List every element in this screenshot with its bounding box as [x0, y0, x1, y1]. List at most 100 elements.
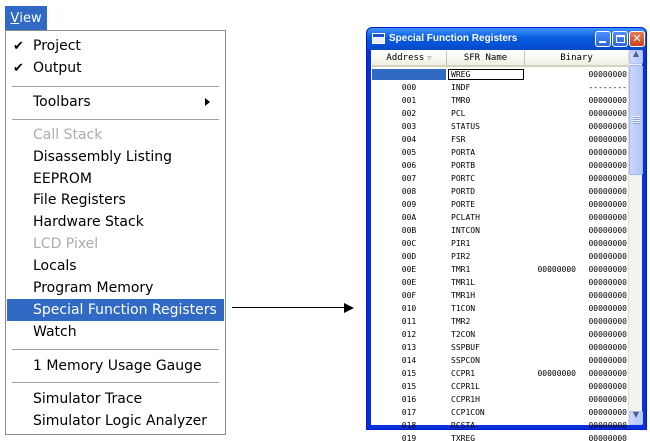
binary-cell: 00000000: [588, 70, 627, 79]
table-row[interactable]: 00A PCLATH 00000000: [372, 212, 629, 223]
menu-separator: [12, 382, 219, 383]
scroll-down-button[interactable]: ▼: [629, 410, 643, 425]
sort-descending-icon: ▽: [427, 54, 432, 62]
view-menu-header[interactable]: View: [5, 6, 47, 31]
menu-item-project[interactable]: ✔ Project: [7, 35, 224, 57]
table-row[interactable]: 004 FSR 00000000: [372, 134, 629, 145]
window-titlebar[interactable]: Special Function Registers ✕: [367, 28, 646, 50]
menu-item-label: Simulator Logic Analyzer: [33, 413, 207, 429]
output-check-icon: ✔: [13, 60, 24, 76]
sfr-name-cell: PCL: [451, 109, 466, 118]
menu-item-label: Toolbars: [33, 94, 91, 110]
table-row[interactable]: 015 CCPR1L 00000000: [372, 381, 629, 392]
scroll-thumb[interactable]: [629, 65, 643, 175]
address-cell: 012: [401, 330, 417, 339]
address-cell: 00E: [401, 265, 417, 274]
address-cell: 00B: [401, 226, 417, 235]
binary-high-cell: 00000000: [537, 369, 576, 378]
address-cell: 013: [401, 343, 417, 352]
table-row[interactable]: 013 SSPBUF 00000000: [372, 342, 629, 353]
table-row[interactable]: 018 RCSTA 00000000: [372, 420, 629, 431]
address-cell: 016: [401, 395, 417, 404]
address-cell: 014: [401, 356, 417, 365]
menu-item-file-registers[interactable]: File Registers: [7, 189, 224, 211]
column-header-binary[interactable]: Binary: [525, 51, 629, 67]
table-row[interactable]: 014 SSPCON 00000000: [372, 355, 629, 366]
sfr-name-cell: FSR: [451, 135, 466, 144]
address-cell: 00D: [401, 252, 417, 261]
sfr-name-cell: TMR1: [451, 265, 471, 274]
vertical-scrollbar[interactable]: ▲ ▼: [628, 49, 643, 425]
sfr-name-cell: TMR2: [451, 317, 471, 326]
menu-item-watch[interactable]: Watch: [7, 321, 224, 343]
minimize-icon: [599, 41, 606, 43]
binary-cell: 00000000: [588, 135, 627, 144]
close-button[interactable]: ✕: [629, 31, 645, 47]
binary-cell: 00000000: [588, 109, 627, 118]
sfr-name-cell: T1CON: [451, 304, 476, 313]
table-row[interactable]: 008 PORTD 00000000: [372, 186, 629, 197]
table-row[interactable]: 00E TMR1L 00000000: [372, 277, 629, 288]
menu-item-label: Locals: [33, 258, 77, 274]
minimize-button[interactable]: [595, 31, 611, 47]
table-row[interactable]: 016 CCPR1H 00000000: [372, 394, 629, 405]
arrow-head-icon: [344, 303, 354, 313]
table-row[interactable]: 011 TMR2 00000000: [372, 316, 629, 327]
column-header-sfr-name[interactable]: SFR Name: [447, 51, 525, 67]
menu-item-toolbars[interactable]: Toolbars: [7, 91, 224, 113]
address-cell: 010: [401, 304, 417, 313]
menu-item-locals[interactable]: Locals: [7, 255, 224, 277]
table-row[interactable]: 012 T2CON 00000000: [372, 329, 629, 340]
table-row[interactable]: 009 PORTE 00000000: [372, 199, 629, 210]
sfr-name-cell: TXREG: [451, 434, 476, 441]
menu-item-memory-usage-gauge[interactable]: 1 Memory Usage Gauge: [7, 355, 224, 377]
maximize-icon: [616, 35, 625, 43]
menu-item-program-memory[interactable]: Program Memory: [7, 277, 224, 299]
maximize-button[interactable]: [612, 31, 628, 47]
sfr-table-area: Address ▽ SFR Name Binary WREG 00000000 000…: [371, 49, 643, 441]
table-row[interactable]: 00B INTCON 00000000: [372, 225, 629, 236]
table-row[interactable]: 00D PIR2 00000000: [372, 251, 629, 262]
binary-cell: 00000000: [588, 330, 627, 339]
sfr-name-cell: WREG: [451, 70, 471, 79]
menu-item-disassembly-listing[interactable]: Disassembly Listing: [7, 146, 224, 168]
menu-item-eeprom[interactable]: EEPROM: [7, 168, 224, 190]
binary-cell: 00000000: [588, 174, 627, 183]
address-cell: 015: [401, 369, 417, 378]
table-row[interactable]: 007 PORTC 00000000: [372, 173, 629, 184]
table-row[interactable]: 001 TMR0 00000000: [372, 95, 629, 106]
menu-item-label: Special Function Registers: [33, 302, 217, 318]
binary-cell: --------: [588, 83, 627, 92]
table-row[interactable]: 002 PCL 00000000: [372, 108, 629, 119]
column-header-label: Binary: [560, 53, 593, 63]
table-row[interactable]: 000 INDF --------: [372, 82, 629, 93]
table-row[interactable]: 015 CCPR1 00000000 00000000: [372, 368, 629, 379]
column-header-address[interactable]: Address ▽: [372, 51, 447, 67]
table-row[interactable]: 006 PORTB 00000000: [372, 160, 629, 171]
sfr-name-cell: SSPCON: [451, 356, 480, 365]
binary-cell: 00000000: [588, 382, 627, 391]
scroll-up-button[interactable]: ▲: [629, 49, 643, 64]
menu-item-label: Watch: [33, 324, 77, 340]
table-row[interactable]: 00C PIR1 00000000: [372, 238, 629, 249]
menu-item-simulator-logic-analyzer[interactable]: Simulator Logic Analyzer: [7, 410, 224, 432]
address-cell: 002: [401, 109, 417, 118]
table-row[interactable]: 00F TMR1H 00000000: [372, 290, 629, 301]
menu-item-label: LCD Pixel: [33, 236, 99, 252]
binary-cell: 00000000: [588, 395, 627, 404]
binary-cell: 00000000: [588, 304, 627, 313]
table-row[interactable]: 003 STATUS 00000000: [372, 121, 629, 132]
menu-item-simulator-trace[interactable]: Simulator Trace: [7, 388, 224, 410]
table-row[interactable]: 005 PORTA 00000000: [372, 147, 629, 158]
binary-cell: 00000000: [588, 148, 627, 157]
address-cell: 00C: [401, 239, 417, 248]
menu-item-output[interactable]: ✔ Output: [7, 57, 224, 79]
menu-item-special-function-registers[interactable]: Special Function Registers: [7, 299, 224, 321]
project-check-icon: ✔: [13, 38, 24, 54]
table-row[interactable]: 019 TXREG 00000000: [372, 433, 629, 441]
table-row[interactable]: 00E TMR1 00000000 00000000: [372, 264, 629, 275]
table-row[interactable]: 010 T1CON 00000000: [372, 303, 629, 314]
table-row[interactable]: 017 CCP1CON 00000000: [372, 407, 629, 418]
menu-item-hardware-stack[interactable]: Hardware Stack: [7, 211, 224, 233]
table-row[interactable]: WREG 00000000: [372, 69, 629, 80]
